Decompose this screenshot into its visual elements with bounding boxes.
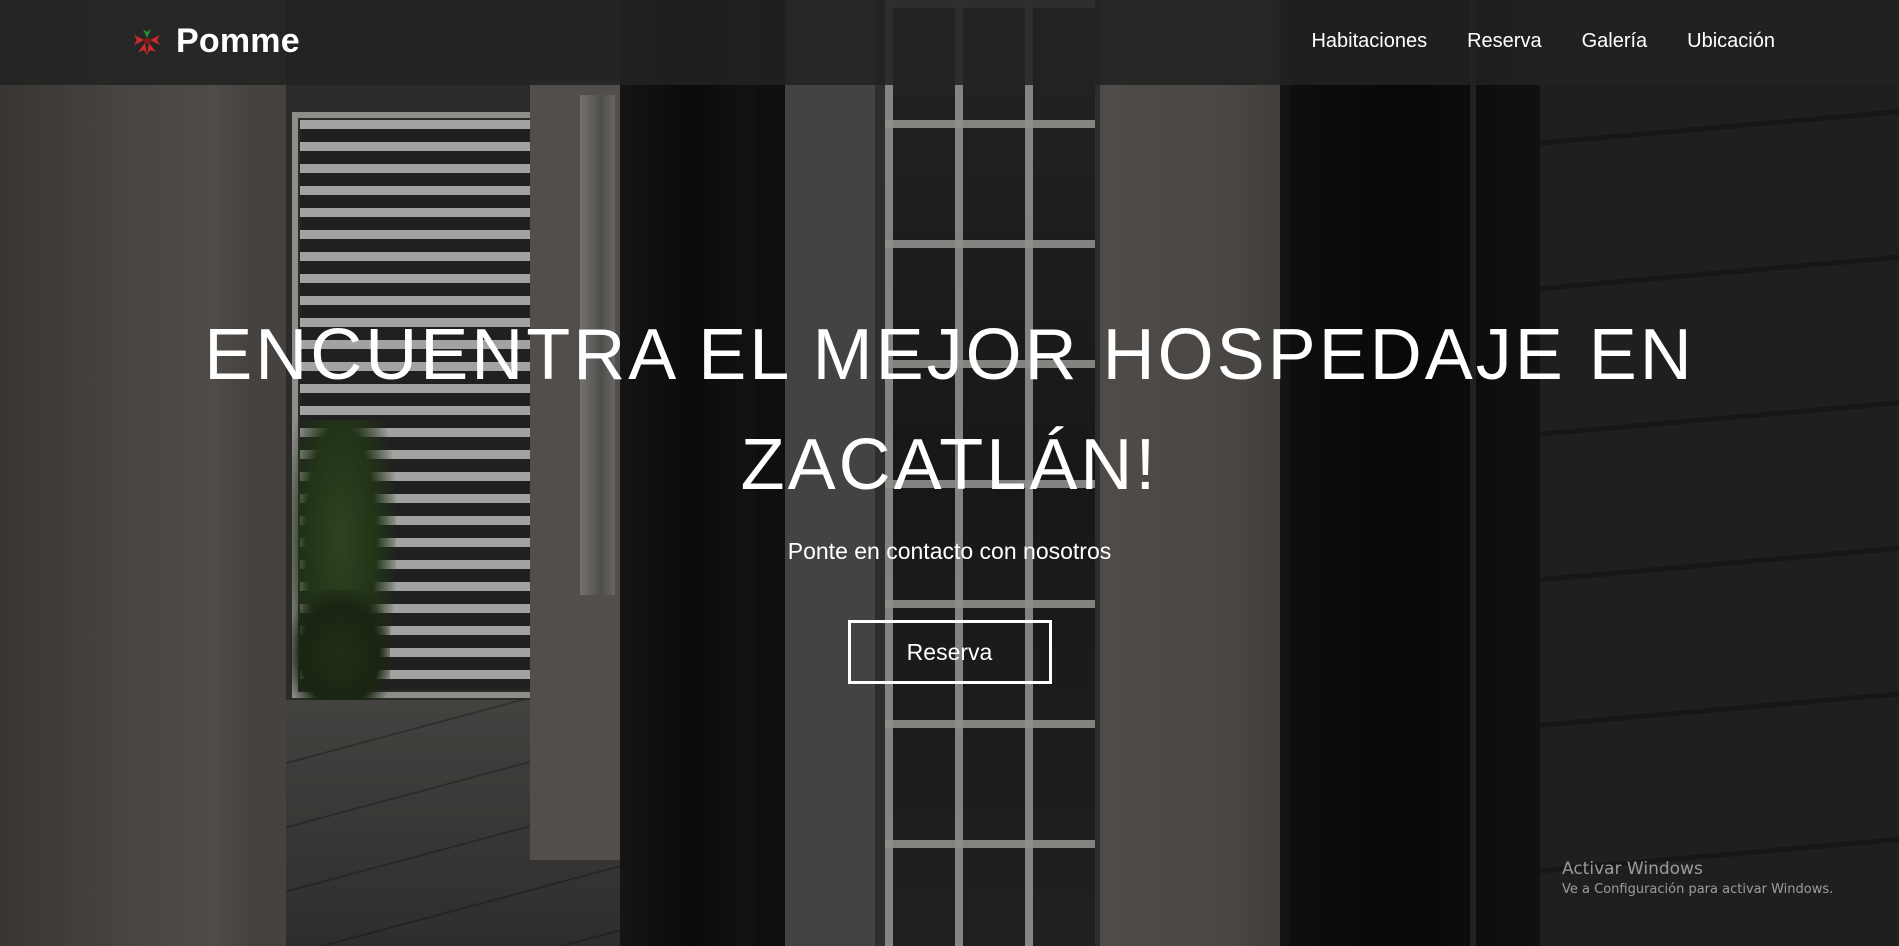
watermark-title: Activar Windows [1562, 859, 1703, 879]
watermark-subtitle: Ve a Configuración para activar Windows. [1562, 882, 1834, 897]
windows-activation-watermark: Activar Windows Ve a Configuración para … [1562, 858, 1833, 900]
navbar: Pomme Habitaciones Reserva Galería Ubica… [0, 0, 1899, 85]
reserva-button[interactable]: Reserva [847, 620, 1052, 684]
hero-section: Pomme Habitaciones Reserva Galería Ubica… [0, 0, 1899, 946]
hero-title-line2: ZACATLÁN! [740, 425, 1159, 505]
nav-link-ubicacion[interactable]: Ubicación [1687, 30, 1775, 53]
leaf-logo-icon [134, 29, 160, 55]
hero-title-line1: ENCUENTRA EL MEJOR HOSPEDAJE EN [204, 315, 1695, 395]
nav-menu: Habitaciones Reserva Galería Ubicación [1271, 0, 1775, 82]
nav-link-habitaciones[interactable]: Habitaciones [1311, 30, 1427, 53]
brand-link[interactable]: Pomme [130, 0, 300, 82]
hero-content: ENCUENTRA EL MEJOR HOSPEDAJE EN ZACATLÁN… [0, 300, 1899, 684]
hero-title: ENCUENTRA EL MEJOR HOSPEDAJE EN ZACATLÁN… [200, 300, 1700, 520]
brand-name: Pomme [176, 21, 300, 60]
hero-subtitle: Ponte en contacto con nosotros [787, 538, 1112, 564]
nav-link-galeria[interactable]: Galería [1582, 30, 1648, 53]
nav-link-reserva[interactable]: Reserva [1467, 30, 1541, 53]
